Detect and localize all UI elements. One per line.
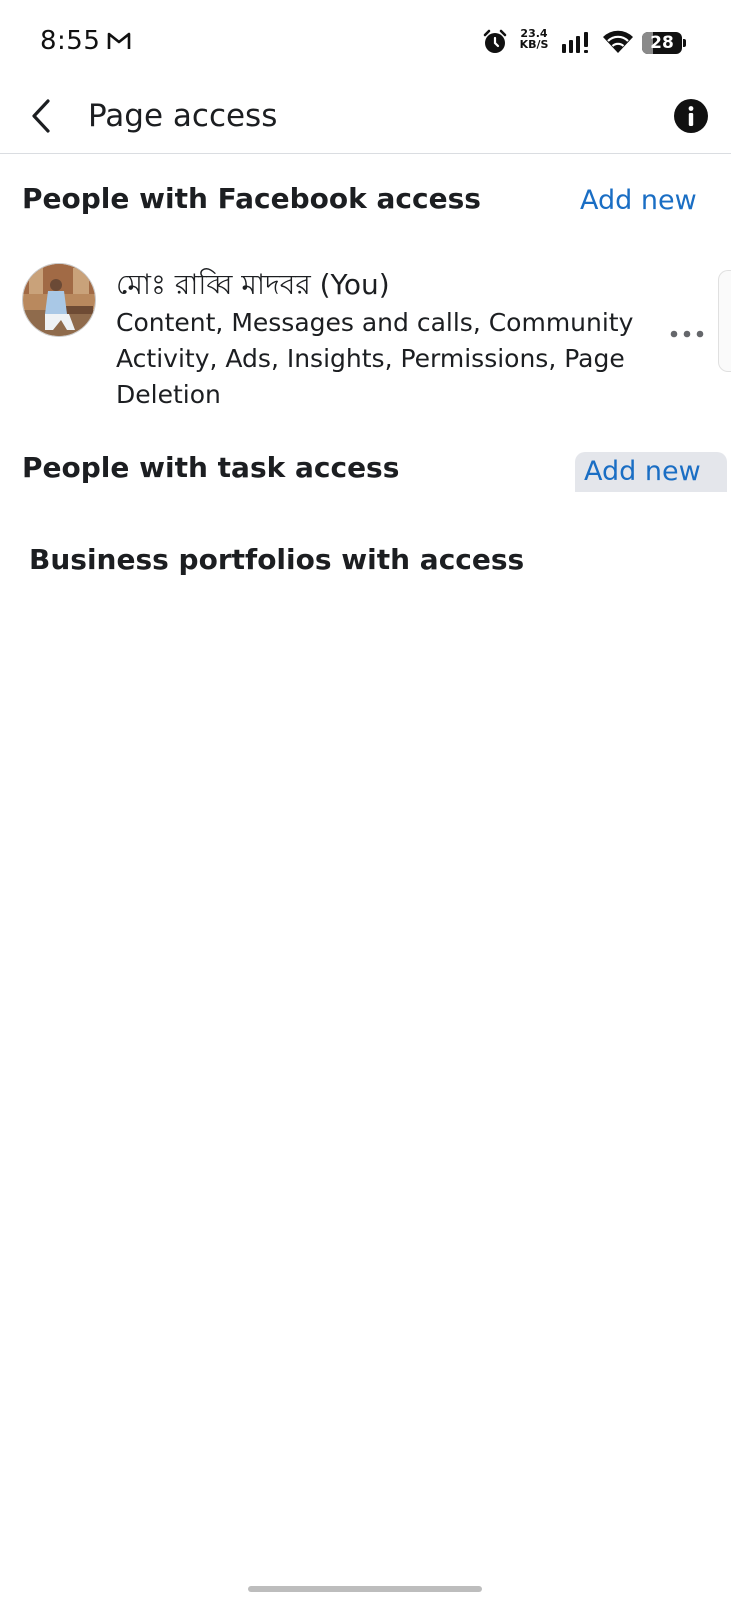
business-portfolios-title: Business portfolios with access [29,543,525,576]
person-permissions: Content, Messages and calls, Community A… [116,308,634,409]
edge-panel-handle[interactable] [718,270,731,372]
signal-icon [562,32,588,53]
wifi-icon [603,30,633,53]
battery-icon: 28 [642,32,686,54]
facebook-access-title: People with Facebook access [22,182,481,215]
status-time: 8:55 [40,26,101,56]
list-item[interactable]: মোঃ রাব্বি মাদবর (You) Content, Messages… [0,255,731,415]
app-bar: Page access [0,86,731,154]
status-bar: 8:55 23.4 KB/S 28 [0,0,731,86]
net-speed-unit: KB/S [519,38,549,51]
chevron-left-icon[interactable] [28,96,56,136]
task-access-title: People with task access [22,451,400,484]
add-task-access-button[interactable]: Add new [575,452,727,492]
alarm-icon [483,29,507,53]
avatar [22,263,96,337]
info-icon[interactable] [673,98,709,134]
person-name: মোঃ রাব্বি মাদবর (You) [116,268,390,301]
battery-level: 28 [650,33,674,53]
add-facebook-access-button[interactable]: Add new [580,185,697,216]
home-indicator[interactable] [248,1586,482,1592]
page-title: Page access [88,98,278,134]
net-speed: 23.4 KB/S [517,28,551,50]
gmail-icon [107,32,131,49]
more-options-icon[interactable] [669,328,705,340]
